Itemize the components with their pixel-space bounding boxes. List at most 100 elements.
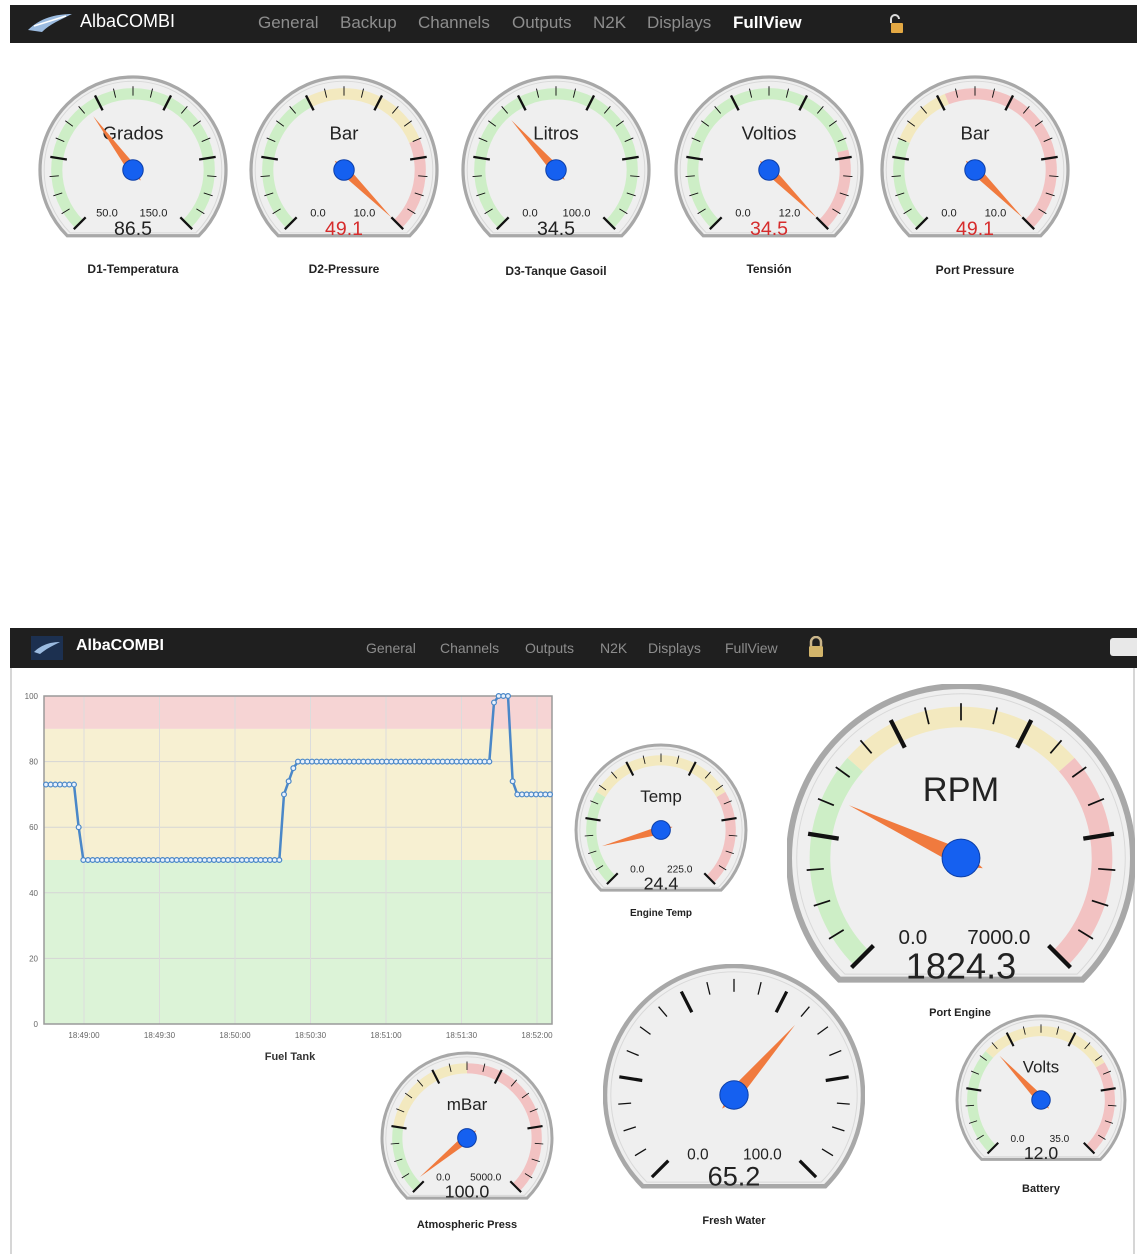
chart-point[interactable] — [276, 857, 283, 864]
gauge-dial: mBar0.0 5000.0100.0 — [380, 1051, 554, 1202]
lock-icon[interactable] — [807, 635, 825, 663]
nav-displays[interactable]: Displays — [648, 640, 701, 656]
chart-band-yellow — [44, 728, 552, 860]
chart-xtick-label: 18:52:00 — [521, 1031, 553, 1040]
gauge-port-pressure: Bar 0.0 10.0 49.1 — [880, 75, 1070, 245]
chart-xtick-label: 18:50:00 — [219, 1031, 251, 1040]
gauge-value: 65.2 — [708, 1160, 761, 1191]
gauge-dial: RPM0.0 7000.01824.3 — [786, 683, 1136, 986]
gauge-unit: Bar — [961, 122, 990, 143]
gauge-tension: Voltios 0.0 12.0 34.5 — [674, 75, 864, 245]
gauge-label: D1-Temperatura — [87, 262, 179, 276]
menu-toggle-button[interactable] — [1110, 638, 1137, 656]
gauge-unit: Temp — [640, 787, 682, 806]
gauge-dial: Temp0.0 225.024.4 — [574, 743, 748, 894]
gauge-min-label: 0.0 — [630, 865, 644, 876]
nav-outputs[interactable]: Outputs — [525, 640, 574, 656]
gauge-min-label: 0.0 — [941, 208, 957, 220]
gauge-hub — [457, 1128, 477, 1148]
gauge-unit: Litros — [533, 122, 578, 143]
gauge-label: Engine Temp — [629, 908, 693, 919]
chart-xtick-label: 18:49:30 — [144, 1031, 176, 1040]
gauge-value: 34.5 — [537, 218, 575, 240]
gauge-unit: RPM — [923, 771, 999, 809]
chart-point[interactable] — [486, 758, 493, 765]
chart-point[interactable] — [281, 791, 288, 798]
gauge-min-label: 0.0 — [522, 208, 538, 220]
chart-ytick-label: 0 — [34, 1020, 39, 1029]
gauge-port-engine: RPM 0.0 7000.0 1824.3 — [786, 683, 1136, 990]
chart-ytick-label: 100 — [25, 692, 39, 701]
albacombi-logo-icon[interactable] — [30, 634, 64, 667]
gauge-unit: Voltios — [742, 122, 797, 143]
gauge-hub — [333, 159, 355, 181]
chart-band-green — [44, 860, 552, 1024]
gauge-dial: Bar0.0 10.049.1 — [249, 75, 439, 240]
gauge-hub — [651, 820, 671, 840]
nav-n2k[interactable]: N2K — [600, 640, 627, 656]
top-navbar: AlbaCOMBI General Backup Channels Output… — [10, 5, 1137, 43]
albacombi-logo-icon[interactable] — [26, 10, 74, 39]
gauge-battery: Volts 0.0 35.0 12.0 — [955, 1014, 1127, 1166]
gauge-hub — [545, 159, 567, 181]
gauge-atmospheric-press: mBar 0.0 5000.0 100.0 — [380, 1051, 554, 1203]
gauge-label: D2-Pressure — [308, 262, 380, 276]
gauge-label: Port Engine — [929, 1007, 991, 1019]
chart-point[interactable] — [491, 699, 498, 706]
chart-point[interactable] — [70, 781, 77, 788]
gauge-value: 86.5 — [114, 218, 152, 240]
gauge-hub — [1031, 1090, 1051, 1110]
gauge-label: Fresh Water — [702, 1215, 766, 1227]
fuel-tank-chart: 0 20 40 60 80 100 18:49:00 18:49:30 18:50:00 18:5… — [25, 692, 553, 1040]
unlock-icon[interactable] — [888, 13, 904, 40]
gauge-label: Port Pressure — [935, 263, 1015, 277]
nav-fullview[interactable]: FullView — [733, 13, 802, 33]
gauge-value: 12.0 — [1024, 1143, 1059, 1163]
chart-point[interactable] — [546, 791, 553, 798]
gauge-label: Tensión — [746, 262, 792, 276]
gauge-min-label: 0.0 — [735, 208, 751, 220]
gauge-label: Battery — [1022, 1183, 1060, 1195]
chart-point[interactable] — [505, 692, 512, 700]
chart-xtick-label: 18:50:30 — [295, 1031, 327, 1040]
gauge-value: 24.4 — [644, 874, 679, 894]
nav-backup[interactable]: Backup — [340, 13, 397, 33]
gauge-min-label: 0.0 — [310, 208, 326, 220]
gauge-unit: mBar — [447, 1095, 488, 1114]
gauge-label: D3-Tanque Gasoil — [505, 264, 607, 278]
gauge-value: 49.1 — [956, 218, 994, 240]
chart-point[interactable] — [509, 778, 516, 785]
brand-title[interactable]: AlbaCOMBI — [80, 11, 175, 32]
gauge-dial: 0.0 100.065.2 — [602, 963, 866, 1191]
nav-channels[interactable]: Channels — [418, 13, 490, 33]
gauge-bezel — [602, 963, 866, 1189]
nav-outputs[interactable]: Outputs — [512, 13, 572, 33]
gauge-dial: Voltios0.0 12.034.5 — [674, 75, 864, 240]
chart-ytick-label: 40 — [29, 889, 38, 898]
chart-ytick-label: 60 — [29, 823, 38, 832]
gauge-unit: Bar — [330, 122, 359, 143]
nav-general[interactable]: General — [258, 13, 318, 33]
gauge-value: 100.0 — [445, 1182, 490, 1202]
gauge-dial: Litros0.0 100.034.5 — [461, 75, 651, 240]
brand-title[interactable]: AlbaCOMBI — [76, 637, 164, 655]
chart-point[interactable] — [285, 778, 292, 785]
gauge-value: 1824.3 — [906, 945, 1016, 986]
chart-point[interactable] — [290, 765, 297, 772]
chart-xtick-label: 18:51:00 — [370, 1031, 402, 1040]
gauge-value: 49.1 — [325, 218, 363, 240]
gauge-d3-tanque-gasoil: Litros 0.0 100.0 34.5 — [461, 75, 651, 245]
chart-point[interactable] — [75, 824, 82, 831]
gauge-dial: Volts0.0 35.012.0 — [955, 1014, 1127, 1163]
nav-channels[interactable]: Channels — [440, 640, 499, 656]
gauge-min-label: 0.0 — [1010, 1134, 1024, 1145]
gauge-hub — [719, 1080, 749, 1110]
nav-displays[interactable]: Displays — [647, 13, 711, 33]
gauge-d1-temperatura: Grados 50.0 150.0 86.5 — [38, 75, 228, 245]
gauge-dial: Bar0.0 10.049.1 — [880, 75, 1070, 240]
nav-n2k[interactable]: N2K — [593, 13, 626, 33]
chart-ytick-label: 80 — [29, 758, 38, 767]
nav-general[interactable]: General — [366, 640, 416, 656]
nav-fullview[interactable]: FullView — [725, 640, 778, 656]
gauge-value: 34.5 — [750, 218, 788, 240]
